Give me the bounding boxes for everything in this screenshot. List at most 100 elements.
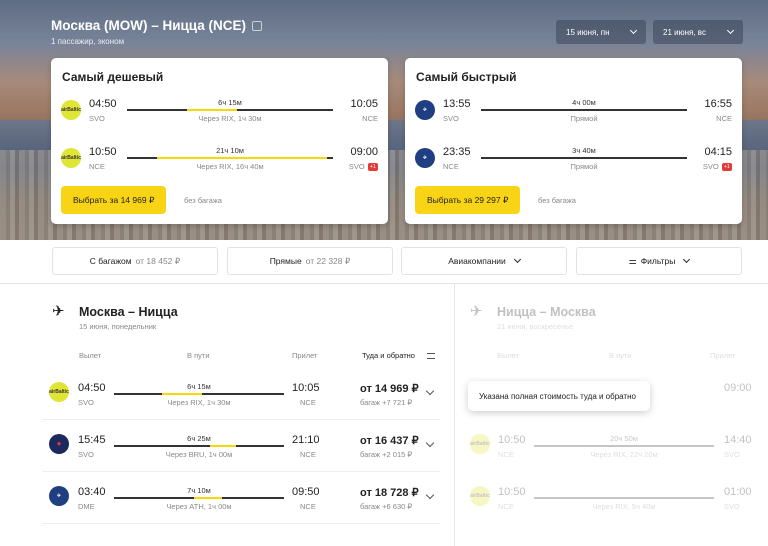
card-flight-out[interactable]: airBaltic 04:50 SVO 6ч 15м Через RIX, 1ч…	[51, 96, 388, 132]
date-back-button[interactable]: 21 июня, вс	[653, 20, 743, 44]
dep-time: 04:50	[78, 382, 106, 394]
filters-dropdown[interactable]: ⚌ Фильтры	[576, 247, 742, 275]
date-out-button[interactable]: 15 июня, пн	[556, 20, 646, 44]
via: Через RIX, 5ч 40м	[592, 502, 656, 511]
arr-code: NCE	[300, 398, 316, 407]
route-line	[114, 393, 284, 395]
duration: 7ч 10м	[187, 486, 211, 495]
dep-code: NCE	[89, 162, 105, 171]
via: Через RIX, 16ч 40м	[196, 162, 264, 171]
layover-highlight	[162, 393, 202, 395]
card-flight-out[interactable]: ✈ 13:55 SVO 4ч 00м Прямой 16:55 NCE	[405, 96, 742, 132]
col-duration: В пути	[187, 351, 210, 360]
col-price[interactable]: Туда и обратно	[362, 351, 415, 360]
baggage-price: багаж +7 721 ₽	[360, 398, 413, 407]
via: Через ATH, 1ч 00м	[166, 502, 232, 511]
price-tooltip: Указана полная стоимость туда и обратно	[468, 381, 650, 411]
table-row[interactable]: ✈ 03:40 DME 7ч 10м Через ATH, 1ч 00м 09:…	[42, 472, 440, 524]
outbound-date: 15 июня, понедельник	[79, 322, 157, 331]
aegean-logo: ✈	[49, 486, 69, 506]
plane-icon: ✈	[52, 303, 65, 320]
airlines-dropdown[interactable]: Авиакомпании	[401, 247, 567, 275]
buy-fastest-button[interactable]: Выбрать за 29 297 ₽	[415, 186, 521, 214]
chevron-down-icon	[683, 255, 691, 264]
swiss-logo: ✈	[415, 100, 435, 120]
table-row[interactable]: ◆ 15:45 SVO 6ч 25м Через BRU, 1ч 00м 21:…	[42, 420, 440, 472]
arr-code: SVO	[724, 450, 740, 459]
via: Через RIX, 1ч 30м	[198, 114, 262, 123]
airbaltic-logo: airBaltic	[470, 486, 490, 506]
filter-baggage-price: от 18 452 ₽	[135, 255, 181, 266]
inbound-date: 21 июня, воскресенье	[497, 322, 574, 331]
arr-code-text: NCE	[300, 450, 316, 459]
chevron-down-icon[interactable]	[425, 386, 435, 396]
route-line	[114, 497, 284, 499]
airbaltic-logo: airBaltic	[470, 434, 490, 454]
buy-cheapest-button[interactable]: Выбрать за 14 969 ₽	[61, 186, 167, 214]
dep-time: 10:50	[498, 434, 526, 446]
card-flight-back[interactable]: ✈ 23:35 NCE 3ч 40м Прямой 04:15 SVO +1	[405, 144, 742, 180]
dep-time: 13:55	[443, 98, 471, 110]
dep-code: DME	[78, 502, 95, 511]
via: Через RIX, 22ч 20м	[590, 450, 658, 459]
duration: 6ч 25м	[187, 434, 211, 443]
table-row[interactable]: airBaltic 04:50 SVO 6ч 15м Через RIX, 1ч…	[42, 368, 440, 420]
col-arrival: Прилет	[710, 351, 736, 360]
table-row[interactable]: airBaltic 10:50 NCE Через RIX, 5ч 40м 01…	[468, 472, 768, 524]
outbound-title: Москва – Ницца	[79, 305, 178, 319]
arr-code-text: NCE	[300, 398, 316, 407]
swiss-logo: ✈	[415, 148, 435, 168]
filters-label: Фильтры	[640, 256, 676, 266]
dep-code: NCE	[443, 162, 459, 171]
route-title: Москва (MOW) – Ницца (NCE)	[51, 18, 263, 33]
arr-code-text: NCE	[362, 114, 378, 123]
chevron-down-icon	[513, 255, 521, 264]
layover-highlight	[157, 157, 327, 159]
sort-icon[interactable]	[427, 353, 435, 359]
arr-code: SVO	[724, 502, 740, 511]
arr-time: 09:00	[724, 382, 752, 394]
route-line	[534, 445, 714, 447]
filter-direct-button[interactable]: Прямые от 22 328 ₽	[227, 247, 393, 275]
date-out-label: 15 июня, пн	[566, 27, 610, 37]
route-line	[127, 109, 333, 111]
edit-icon[interactable]	[252, 20, 263, 31]
passenger-info: 1 пассажир, эконом	[51, 37, 125, 46]
dep-code: NCE	[498, 502, 514, 511]
price: от 18 728 ₽	[360, 487, 419, 499]
layover-highlight	[187, 109, 237, 111]
chevron-down-icon[interactable]	[425, 438, 435, 448]
duration: 6ч 15м	[187, 382, 211, 391]
brussels-airlines-logo: ◆	[49, 434, 69, 454]
card-title: Самый дешевый	[62, 70, 164, 84]
chevron-down-icon	[629, 26, 638, 35]
dep-time: 04:50	[89, 98, 117, 110]
duration: 21ч 10м	[216, 146, 244, 155]
via: Через RIX, 1ч 30м	[167, 398, 231, 407]
dep-time: 23:35	[443, 146, 471, 158]
chevron-down-icon[interactable]	[425, 490, 435, 500]
card-flight-back[interactable]: airBaltic 10:50 NCE 21ч 10м Через RIX, 1…	[51, 144, 388, 180]
arr-code-text: NCE	[300, 502, 316, 511]
filter-baggage-button[interactable]: С багажом от 18 452 ₽	[52, 247, 218, 275]
outbound-list: ✈ Москва – Ницца 15 июня, понедельник Вы…	[0, 284, 454, 546]
layover-highlight	[194, 497, 222, 499]
table-row[interactable]: airBaltic 10:50 NCE 20ч 50м Через RIX, 2…	[468, 420, 768, 472]
price: от 16 437 ₽	[360, 435, 419, 447]
dep-time: 15:45	[78, 434, 106, 446]
airbaltic-logo: airBaltic	[61, 100, 81, 120]
arr-time: 04:15	[704, 146, 732, 158]
filter-baggage-label: С багажом	[89, 256, 132, 266]
plane-icon: ✈	[470, 303, 483, 320]
dep-code: SVO	[78, 398, 94, 407]
dep-code: NCE	[498, 450, 514, 459]
dep-code: SVO	[89, 114, 105, 123]
airlines-label: Авиакомпании	[448, 256, 506, 266]
baggage-note: без багажа	[184, 196, 222, 205]
dep-time: 03:40	[78, 486, 106, 498]
chevron-down-icon	[726, 26, 735, 35]
date-back-label: 21 июня, вс	[663, 27, 706, 37]
duration: 4ч 00м	[572, 98, 596, 107]
inbound-title: Ницца – Москва	[497, 305, 596, 319]
duration: 3ч 40м	[572, 146, 596, 155]
